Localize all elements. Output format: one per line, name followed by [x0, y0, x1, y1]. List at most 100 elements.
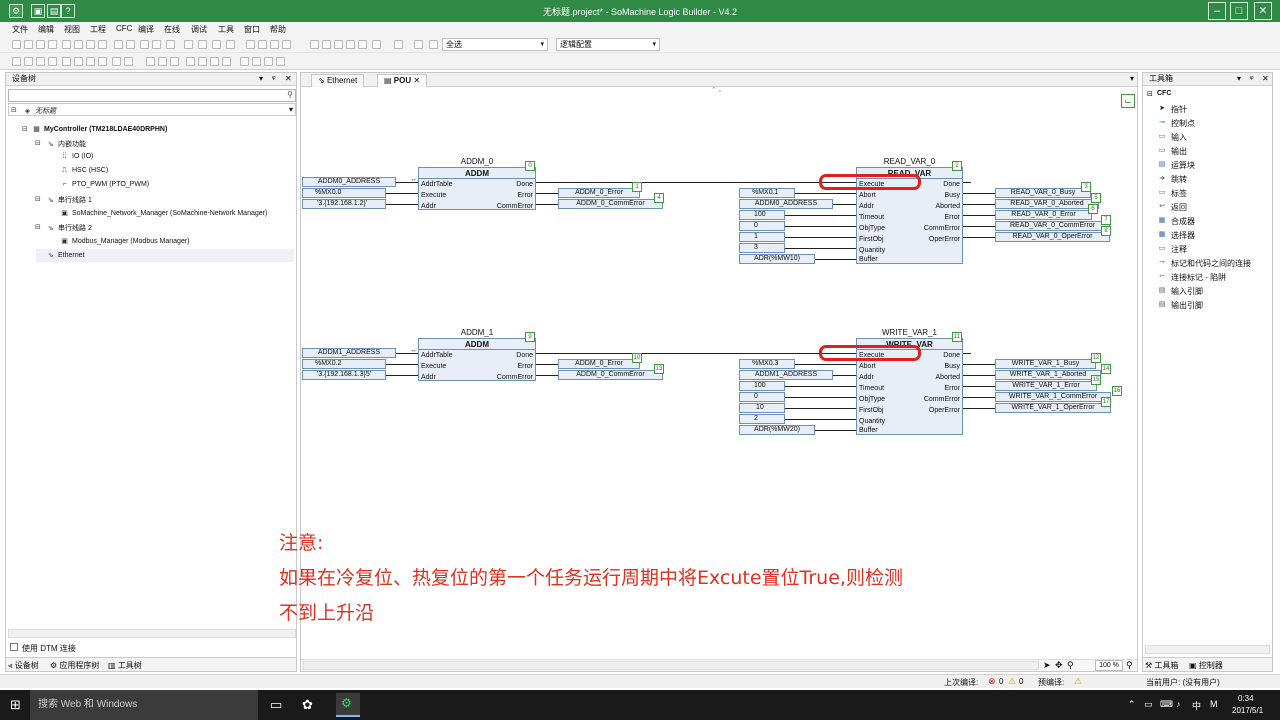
pan-icon[interactable]: ✥ [1055, 660, 1063, 671]
zoom-icon[interactable]: ⚲ [1067, 660, 1074, 671]
write-input-timeout[interactable]: 100 [739, 381, 785, 391]
tree-node-serial2[interactable]: ⇘ 串行线路 2 [46, 223, 92, 233]
step-into-icon[interactable] [322, 40, 331, 49]
collapse-icon[interactable]: ⊟ [1147, 90, 1153, 98]
settings-icon[interactable] [394, 40, 403, 49]
tab-device-tree[interactable]: ⫷ 设备树 [8, 660, 39, 671]
tree-node-controller[interactable]: ▦ MyController (TM218LDAE40DRPHN) [32, 125, 167, 133]
new-icon[interactable] [12, 40, 21, 49]
copy-icon[interactable] [74, 40, 83, 49]
tool-selector[interactable]: ▦ 选择器 [1159, 230, 1195, 241]
addm1-input-addr[interactable]: '3.{192.168.1.3}5' [302, 370, 386, 380]
cfc-tool-icon[interactable] [124, 57, 133, 66]
app-pinned-icon[interactable]: ✿ [302, 697, 313, 713]
write-input-firstobj[interactable]: 10 [739, 403, 785, 413]
fb-addm1[interactable]: ADDM_1 ADDM AddrTable Execute Addr Done … [418, 328, 536, 381]
chevron-down-icon[interactable]: ▾ [289, 105, 293, 114]
taskbar-search[interactable]: 搜索 Web 和 Windows [30, 690, 258, 720]
tool-connection-mark[interactable]: ⇾ 标记和代码之间的连接 [1159, 258, 1251, 269]
tab-dropdown-icon[interactable]: ▾ [1130, 74, 1134, 83]
tab-ethernet[interactable]: ⇘ Ethernet [311, 74, 365, 87]
tree-node-hsc[interactable]: ⎍ HSC (HSC) [60, 167, 108, 175]
addm0-output-error[interactable]: ADDM_0_Error [558, 188, 640, 198]
tool-input[interactable]: ▭ 输入 [1159, 132, 1187, 143]
cfc-canvas[interactable]: ⌃⌄ ⌙ ADDM0_ADDRESS %MX0.0 '3.{192.168.1.… [279, 87, 1137, 656]
tab-application-tree[interactable]: ⚙ 应用程序树 [50, 660, 99, 671]
select-all-combo[interactable]: 全选 ▾ [442, 38, 548, 51]
tool-pointer[interactable]: ➤ 指针 [1159, 104, 1187, 115]
tab-tools-tree[interactable]: ▥ 工具树 [108, 660, 142, 671]
network-icon[interactable]: ⌨ [1160, 699, 1173, 710]
cfc-tool-icon[interactable] [146, 57, 155, 66]
tree-search-input[interactable]: ⚲ [8, 89, 296, 102]
step-icon[interactable] [310, 40, 319, 49]
tool-jump[interactable]: ➜ 跳转 [1159, 174, 1187, 185]
pin-icon[interactable]: ᵠ [1250, 73, 1254, 85]
maximize-button[interactable]: □ [1230, 2, 1248, 20]
open-icon[interactable] [24, 40, 33, 49]
build-icon[interactable] [226, 40, 235, 49]
addm1-input-execute[interactable]: %MX0.2 [302, 359, 386, 369]
step-out-icon[interactable] [334, 40, 343, 49]
tool-composer[interactable]: ▦ 合成器 [1159, 216, 1195, 227]
tree-root-row[interactable]: ⊟ ◈ 无标题 ▾ [8, 103, 296, 116]
cfc-tool-icon[interactable] [112, 57, 121, 66]
menu-edit[interactable]: 编辑 [38, 24, 54, 35]
cfc-tool-icon[interactable] [74, 57, 83, 66]
addm1-input-addrtable[interactable]: ADDM1_ADDRESS [302, 348, 396, 358]
minimize-button[interactable]: – [1208, 2, 1226, 20]
collapse-icon[interactable]: ⊟ [11, 106, 17, 114]
cfc-tool-icon[interactable] [48, 57, 57, 66]
read-input-abort[interactable]: %MX0.1 [739, 188, 795, 198]
task-view-icon[interactable]: ▭ [270, 697, 282, 713]
tree-node-embedded[interactable]: ⇘ 内嵌功能 [46, 139, 86, 149]
write-input-abort[interactable]: %MX0.3 [739, 359, 795, 369]
close-button[interactable]: ✕ [1254, 2, 1272, 20]
write-output-error[interactable]: WRITE_VAR_1_Error [995, 381, 1097, 391]
logic-config-combo[interactable]: 逻辑配置 ▾ [556, 38, 660, 51]
collapse-icon[interactable]: ⊟ [35, 139, 41, 147]
scope-icon[interactable] [429, 40, 438, 49]
cfc-tool-icon[interactable] [170, 57, 179, 66]
tool-input-pin[interactable]: ▤ 输入引脚 [1159, 286, 1203, 297]
collapse-icon[interactable]: ⊟ [35, 223, 41, 231]
menu-help[interactable]: 帮助 [270, 24, 286, 35]
pointer-icon[interactable]: ➤ [1043, 660, 1051, 671]
tree-node-pto[interactable]: ⌐ PTO_PWM (PTO_PWM) [60, 181, 149, 188]
layout-icon[interactable] [212, 40, 221, 49]
tree-node-modbus-manager[interactable]: ▣ Modbus_Manager (Modbus Manager) [60, 237, 189, 245]
cfc-tool-icon[interactable] [24, 57, 33, 66]
horizontal-scrollbar[interactable] [1145, 645, 1270, 654]
write-output-commerror[interactable]: WRITE_VAR_1_CommError [995, 392, 1111, 402]
find-icon[interactable] [114, 40, 123, 49]
somachine-taskbar-button[interactable]: ⚙ [336, 693, 360, 717]
menu-project[interactable]: 工程 [90, 24, 106, 35]
tool-connection-sink[interactable]: ⇽ 连接标记 - 陷阱 [1159, 272, 1226, 283]
zoom-fit-icon[interactable]: ⚲ [1126, 660, 1133, 671]
write-input-addr[interactable]: ADDM1_ADDRESS [739, 370, 833, 380]
read-input-objtype[interactable]: 0 [739, 221, 785, 231]
write-output-opererror[interactable]: WRITE_VAR_1_OperError [995, 403, 1111, 413]
read-output-opererror[interactable]: READ_VAR_0_OperError [995, 232, 1110, 242]
horizontal-scrollbar[interactable] [303, 661, 1039, 670]
tool-comment[interactable]: ▭ 注释 [1159, 244, 1187, 255]
write-output-busy[interactable]: WRITE_VAR_1_Busy [995, 359, 1096, 369]
run-icon[interactable] [270, 40, 279, 49]
cfc-tool-icon[interactable] [98, 57, 107, 66]
cfc-tool-icon[interactable] [158, 57, 167, 66]
bookmark-next-icon[interactable] [152, 40, 161, 49]
pin-icon[interactable]: ᵠ [272, 73, 276, 85]
logout-icon[interactable] [258, 40, 267, 49]
addm1-output-error[interactable]: ADDM_0_Error [558, 359, 640, 369]
tool-label[interactable]: ▭ 标签 [1159, 188, 1187, 199]
read-input-buffer[interactable]: ADR(%MW10) [739, 254, 815, 264]
menu-build[interactable]: 编译 [138, 24, 154, 35]
panel-dropdown-icon[interactable]: ▾ [259, 73, 263, 85]
tool-output[interactable]: ▭ 输出 [1159, 146, 1187, 157]
addm0-output-commerror[interactable]: ADDM_0_CommError [558, 199, 663, 209]
dtm-checkbox[interactable] [10, 643, 18, 651]
write-output-aborted[interactable]: WRITE_VAR_1_Aborted [995, 370, 1101, 380]
tool-return[interactable]: ↩ 返回 [1159, 202, 1187, 213]
tab-pou[interactable]: ▤ POU ✕ [377, 74, 428, 87]
horizontal-scrollbar[interactable] [8, 629, 296, 638]
